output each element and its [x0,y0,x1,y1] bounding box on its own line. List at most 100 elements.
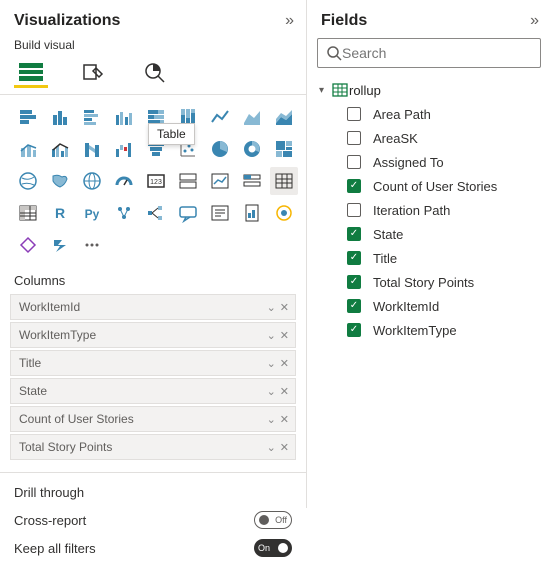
fields-title: Fields [321,12,367,30]
field-checkbox[interactable] [347,155,361,169]
stacked-area-icon[interactable] [270,103,298,131]
slicer-icon[interactable] [238,167,266,195]
column-field[interactable]: Count of User Stories ⌄ ✕ [10,406,296,432]
donut-chart-icon[interactable] [238,135,266,163]
key-influencers-icon[interactable] [110,199,138,227]
kpi-icon[interactable] [206,167,234,195]
stacked-column-icon[interactable] [46,103,74,131]
azure-map-icon[interactable] [78,167,106,195]
chevron-down-icon[interactable]: ⌄ [267,441,276,454]
column-field[interactable]: Total Story Points ⌄ ✕ [10,434,296,460]
field-row[interactable]: Count of User Stories [319,174,545,198]
column-field[interactable]: Title⌄✕ [10,350,296,376]
chevron-down-icon[interactable]: ⌄ [267,385,276,398]
area-chart-icon[interactable] [238,103,266,131]
pie-chart-icon[interactable] [206,135,234,163]
columns-heading: Columns [0,265,306,294]
line-stacked-column-icon[interactable] [14,135,42,163]
field-row[interactable]: Iteration Path [319,198,545,222]
card-icon[interactable]: 123 [142,167,170,195]
field-row[interactable]: Area Path [319,102,545,126]
map-icon[interactable] [14,167,42,195]
chevron-down-icon[interactable]: ⌄ [267,357,276,370]
line-clustered-column-icon[interactable] [46,135,74,163]
format-tab-icon [82,62,104,84]
chevron-down-icon[interactable]: ⌄ [267,329,276,342]
more-visuals-icon[interactable] [78,231,106,259]
arcgis-map-icon[interactable] [270,199,298,227]
chevron-down-icon[interactable]: ⌄ [267,413,276,426]
remove-field-icon[interactable]: ✕ [280,413,289,426]
ribbon-chart-icon[interactable] [78,135,106,163]
field-checkbox[interactable] [347,227,361,241]
tab-format[interactable] [76,58,110,88]
field-row[interactable]: State [319,222,545,246]
line-chart-icon[interactable] [206,103,234,131]
column-field[interactable]: State⌄✕ [10,378,296,404]
fields-search[interactable] [317,38,541,68]
smart-narrative-icon[interactable] [206,199,234,227]
drill-through-heading: Drill through [0,477,306,506]
column-field-label: Total Story Points [19,440,263,454]
column-field[interactable]: WorkItemType⌄✕ [10,322,296,348]
filled-map-icon[interactable] [46,167,74,195]
matrix-icon[interactable] [14,199,42,227]
search-input[interactable] [342,45,532,61]
field-checkbox[interactable] [347,251,361,265]
stacked-bar-icon[interactable] [14,103,42,131]
collapse-fields-icon[interactable]: » [530,12,539,30]
waterfall-icon[interactable] [110,135,138,163]
field-checkbox[interactable] [347,323,361,337]
field-row[interactable]: Title [319,246,545,270]
table-icon[interactable] [270,167,298,195]
multi-row-card-icon[interactable] [174,167,202,195]
field-checkbox[interactable] [347,275,361,289]
clustered-bar-icon[interactable] [78,103,106,131]
python-visual-icon[interactable]: Py [78,199,106,227]
cross-report-row: Cross-report Off [0,506,306,534]
power-apps-icon[interactable] [14,231,42,259]
column-field[interactable]: WorkItemId⌄✕ [10,294,296,320]
power-automate-icon[interactable] [46,231,74,259]
field-row[interactable]: Assigned To [319,150,545,174]
field-label: Title [373,251,397,266]
tab-visual[interactable] [14,58,48,88]
field-checkbox[interactable] [347,131,361,145]
paginated-report-icon[interactable] [238,199,266,227]
remove-field-icon[interactable]: ✕ [280,357,289,370]
decomposition-tree-icon[interactable] [142,199,170,227]
cross-report-label: Cross-report [14,513,86,528]
viz-title: Visualizations [14,12,120,30]
field-label: WorkItemId [373,299,439,314]
field-checkbox[interactable] [347,107,361,121]
tab-analytics[interactable] [138,58,172,88]
cross-report-toggle[interactable]: Off [254,511,292,529]
field-checkbox[interactable] [347,179,361,193]
clustered-column-icon[interactable] [110,103,138,131]
r-visual-icon[interactable]: R [46,199,74,227]
treemap-icon[interactable] [270,135,298,163]
field-label: Area Path [373,107,431,122]
field-row[interactable]: WorkItemId [319,294,545,318]
keep-filters-toggle[interactable]: On [254,539,292,557]
remove-field-icon[interactable]: ✕ [280,329,289,342]
remove-field-icon[interactable]: ✕ [280,385,289,398]
column-field-label: Count of User Stories [19,412,263,426]
remove-field-icon[interactable]: ✕ [280,441,289,454]
keep-filters-label: Keep all filters [14,541,96,556]
qa-visual-icon[interactable] [174,199,202,227]
field-row[interactable]: WorkItemType [319,318,545,342]
table-icon [331,83,349,97]
svg-text:123: 123 [150,179,162,186]
collapse-viz-icon[interactable]: » [285,12,294,30]
columns-well[interactable]: WorkItemId⌄✕WorkItemType⌄✕Title⌄✕State⌄✕… [0,294,306,462]
field-checkbox[interactable] [347,299,361,313]
field-row[interactable]: AreaSK [319,126,545,150]
gauge-icon[interactable] [110,167,138,195]
visualizations-pane: Visualizations » Build visual [0,0,306,508]
field-checkbox[interactable] [347,203,361,217]
field-row[interactable]: Total Story Points [319,270,545,294]
table-node-rollup[interactable]: ▾ rollup [319,78,545,102]
remove-field-icon[interactable]: ✕ [280,301,289,314]
chevron-down-icon[interactable]: ⌄ [267,301,276,314]
